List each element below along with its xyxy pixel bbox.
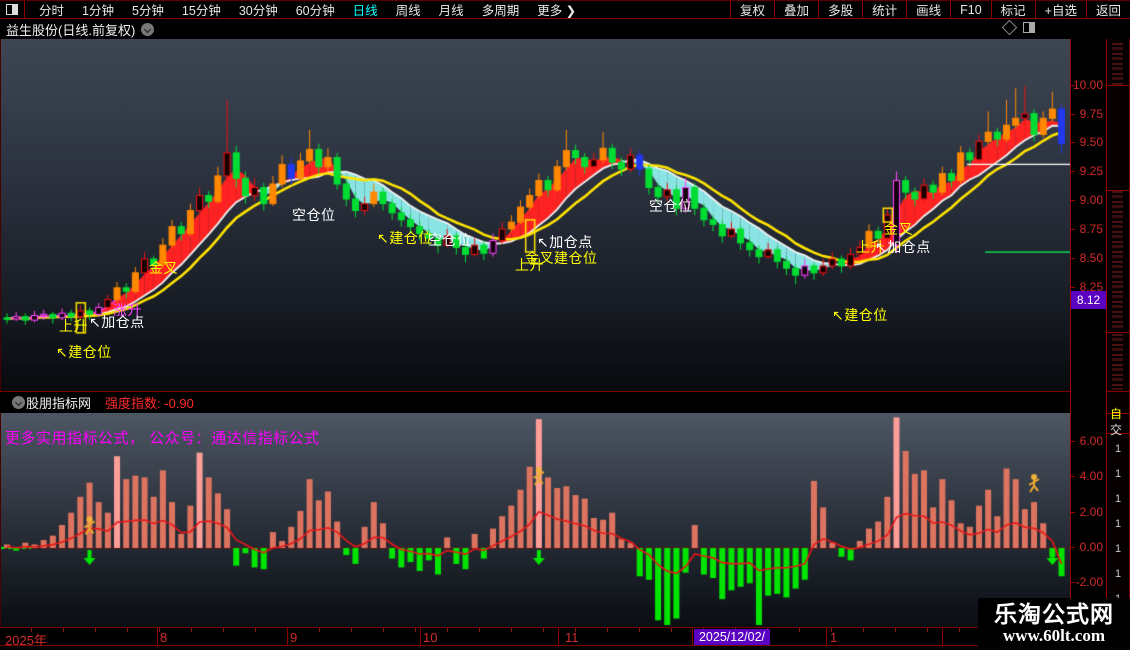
signal-annotation: 上升 <box>59 318 88 334</box>
time-axis-separator <box>942 628 943 645</box>
period-tab-3[interactable]: 15分钟 <box>173 0 230 19</box>
indicator-axis-label: 4.00 <box>1071 469 1106 483</box>
signal-annotation: 空仓位 <box>292 207 336 223</box>
price-axis-label: 9.25 <box>1071 164 1106 178</box>
main-chart-pane: ↖建仓位 上升 ↖加仓点 涨升 金叉 空仓位 ↖建仓位 空仓位 ↖加仓点 金叉建仓位 上升 空仓位 ↖建… <box>0 39 1071 391</box>
indicator-strength-label: 强度指数: <box>105 396 161 411</box>
toolbar-action-5[interactable]: F10 <box>950 1 991 18</box>
indicator-axis-label: -2.00 <box>1071 575 1106 589</box>
main-chart-canvas[interactable] <box>1 39 1071 391</box>
signal-annotation: ↖建仓位 <box>377 230 433 246</box>
watermark-site-name: 乐淘公式网 <box>994 600 1114 627</box>
period-tab-7[interactable]: 周线 <box>387 0 430 19</box>
price-axis-label: 9.00 <box>1071 193 1106 207</box>
symbol-dropdown-chevron-icon[interactable] <box>141 22 155 36</box>
price-axis-label: 8.50 <box>1071 251 1106 265</box>
toolbar-action-4[interactable]: 画线 <box>906 1 950 18</box>
period-tab-10[interactable]: 更多 ❯ <box>528 0 585 19</box>
price-axis-label: 9.75 <box>1071 107 1106 121</box>
period-tab-9[interactable]: 多周期 <box>473 0 529 19</box>
strip-char-top: 自 <box>1110 407 1123 421</box>
symbol-title[interactable]: 益生股份(日线.前复权) <box>6 20 135 39</box>
period-tabs: 分时 1分钟 5分钟 15分钟 30分钟 60分钟 日线 周线 月线 多周期 更多 ❯ <box>30 0 585 19</box>
watermark: 乐淘公式网 www.60lt.com <box>978 598 1130 648</box>
indicator-collapse-chevron-icon[interactable] <box>12 396 25 409</box>
time-axis-separator <box>420 628 421 645</box>
indicator-strength-text: 强度指数: -0.90 <box>105 393 194 412</box>
promo-text: 更多实用指标公式， 公众号：通达信指标公式 <box>5 430 320 447</box>
signal-annotation: ↖建仓位 <box>56 344 112 360</box>
toolbar-action-8[interactable]: 返回 <box>1085 1 1130 18</box>
price-axis-label: 10.00 <box>1071 78 1106 92</box>
strip-glyph-decor <box>1112 43 1123 87</box>
indicator-axis-label: 2.00 <box>1071 505 1106 519</box>
period-tab-1[interactable]: 1分钟 <box>73 0 123 19</box>
watermark-url: www.60lt.com <box>1003 625 1105 645</box>
strip-number-row: 1 <box>1115 468 1122 480</box>
right-side-strip: 自交11111111 <box>1107 39 1130 650</box>
strip-number-row: 1 <box>1115 543 1122 555</box>
time-axis: 2025年89101112025/12/02/二 <box>0 627 1107 650</box>
split-window-icon[interactable] <box>1023 22 1035 33</box>
time-axis-separator <box>157 628 158 645</box>
indicator-axis-label: 6.00 <box>1071 434 1106 448</box>
toolbar-action-0[interactable]: 复权 <box>730 1 774 18</box>
layout-toggle-icon <box>6 4 18 15</box>
period-toolbar: 分时 1分钟 5分钟 15分钟 30分钟 60分钟 日线 周线 月线 多周期 更多 ❯ 复权 叠加 多股… <box>0 0 1130 19</box>
trading-app-window: 分时 1分钟 5分钟 15分钟 30分钟 60分钟 日线 周线 月线 多周期 更多 ❯ 复权 叠加 多股… <box>0 0 1130 650</box>
strip-glyph-decor <box>1112 191 1123 331</box>
signal-annotation: 金叉 <box>884 221 913 237</box>
toolbar-action-2[interactable]: 多股 <box>818 1 862 18</box>
toolbar-actions: 复权 叠加 多股 统计 画线 F10 标记 +自选 返回 <box>730 1 1130 18</box>
time-axis-label: 9 <box>290 630 298 645</box>
price-axis: 10.00 9.75 9.50 9.25 9.00 8.75 8.50 8.25 8.12 6.0… <box>1070 39 1107 627</box>
period-tab-0[interactable]: 分时 <box>30 0 73 19</box>
indicator-pane: 更多实用指标公式， 公众号：通达信指标公式 <box>0 413 1071 627</box>
strip-number-row: 1 <box>1115 493 1122 505</box>
strip-divider <box>1107 332 1129 333</box>
period-tab-8[interactable]: 月线 <box>430 0 473 19</box>
indicator-axis-label: 0.00 <box>1071 540 1106 554</box>
toolbar-action-3[interactable]: 统计 <box>862 1 906 18</box>
signal-annotation: 空仓位 <box>428 232 472 248</box>
indicator-strength-value: -0.90 <box>164 396 194 411</box>
time-axis-separator <box>287 628 288 645</box>
signal-annotation: 空仓位 <box>649 198 693 214</box>
signal-annotation: 上升 <box>515 257 544 273</box>
period-tab-5[interactable]: 60分钟 <box>287 0 344 19</box>
strip-glyph-decor <box>1112 334 1123 390</box>
diamond-icon[interactable] <box>1001 19 1018 36</box>
price-axis-label: 9.50 <box>1071 135 1106 149</box>
toolbar-action-7[interactable]: +自选 <box>1034 1 1086 18</box>
current-date-badge: 2025/12/02/二 <box>694 629 770 650</box>
current-price-badge: 8.12 <box>1071 291 1106 309</box>
price-axis-label: 8.75 <box>1071 222 1106 236</box>
period-tab-6[interactable]: 日线 <box>344 0 387 19</box>
time-axis-separator <box>826 628 827 645</box>
bottom-sliver <box>0 646 1130 650</box>
time-axis-separator <box>558 628 559 645</box>
layout-toggle-button[interactable] <box>0 1 25 18</box>
symbol-title-bar: 益生股份(日线.前复权) <box>0 19 1130 39</box>
time-axis-label: 8 <box>160 630 168 645</box>
toolbar-action-1[interactable]: 叠加 <box>774 1 818 18</box>
strip-char-second: 交 <box>1110 423 1123 437</box>
signal-annotation: 涨升 <box>113 302 142 318</box>
period-tab-2[interactable]: 5分钟 <box>123 0 173 19</box>
indicator-source-label: 股朋指标网 <box>26 396 92 411</box>
strip-number-row: 1 <box>1115 443 1122 455</box>
strip-number-row: 1 <box>1115 568 1122 580</box>
strip-number-row: 1 <box>1115 518 1122 530</box>
signal-annotation: ↖建仓位 <box>832 307 888 323</box>
time-axis-label: 1 <box>830 630 838 645</box>
indicator-header: 股朋指标网 强度指数: -0.90 <box>0 391 1070 413</box>
toolbar-action-6[interactable]: 标记 <box>990 1 1035 18</box>
signal-annotation: 金叉 <box>149 260 178 276</box>
time-axis-label: 11 <box>565 630 579 645</box>
time-axis-separator <box>692 628 693 645</box>
period-tab-4[interactable]: 30分钟 <box>230 0 287 19</box>
signal-annotation: ↖加仓点 <box>875 239 931 255</box>
strip-divider <box>1107 391 1129 392</box>
time-axis-label: 10 <box>423 630 438 645</box>
